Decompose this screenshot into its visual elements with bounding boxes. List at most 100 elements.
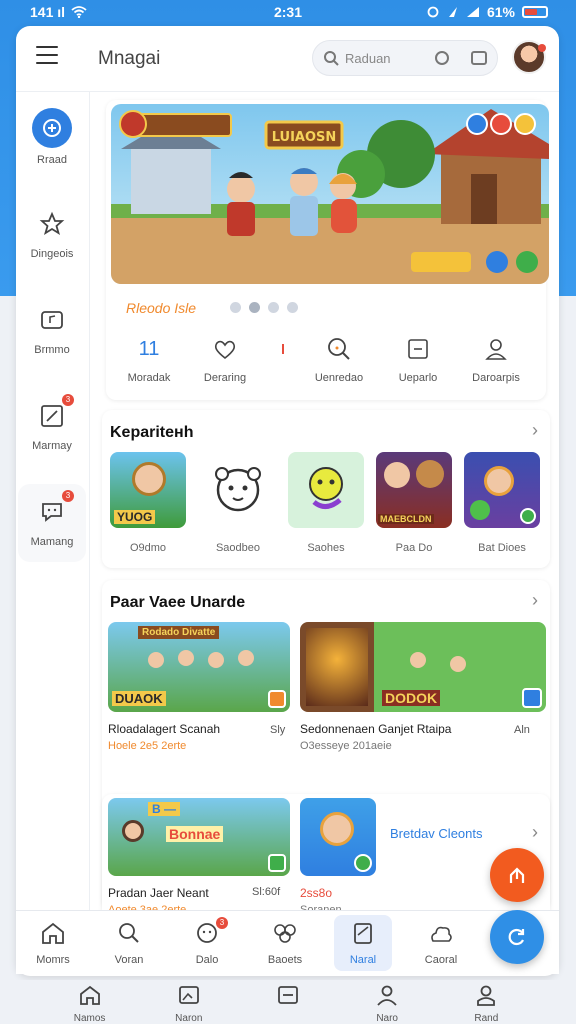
tablet-icon: [380, 336, 456, 362]
sysnav-home[interactable]: Namos: [55, 980, 125, 1024]
section-link[interactable]: Bretdav Cleonts: [390, 826, 483, 841]
status-left: 141 ıl: [30, 4, 87, 20]
tab-label: Dalo: [195, 954, 219, 966]
carousel-dot[interactable]: [249, 302, 260, 313]
game-tile[interactable]: Bat Dioes: [464, 452, 540, 554]
sysnav-profile[interactable]: Naro: [352, 980, 422, 1024]
game-card-title: Sedonnenaen Ganjet Rtaipa: [300, 722, 452, 736]
battery-icon: [522, 6, 548, 18]
share-button[interactable]: [490, 848, 544, 902]
tab-library[interactable]: Naral: [334, 915, 392, 971]
game-tile[interactable]: MAEBCLDN Paa Do: [376, 452, 452, 554]
signal-bars-icon: [466, 7, 479, 17]
search-icon: [119, 923, 139, 943]
game-art-text: YUOG: [114, 510, 156, 524]
gamepad-icon: [32, 108, 72, 148]
share-icon: [509, 867, 525, 883]
carousel-dot[interactable]: [268, 302, 279, 313]
quick-action-1[interactable]: Deraring: [182, 336, 268, 384]
sidebar-label: Mamang: [30, 536, 74, 548]
game-tile[interactable]: Saohes: [288, 452, 364, 554]
game-tile-label: Saohes: [307, 542, 345, 554]
battery-percent: 61%: [486, 4, 515, 20]
quick-actions: 11 Moradak Deraring Uenredao Ueparlo Dar…: [116, 336, 546, 385]
quick-action-2[interactable]: [268, 336, 298, 384]
quick-action-5[interactable]: Daroarpis: [456, 336, 536, 384]
game-art-text: DODOK: [382, 690, 441, 706]
tab-search[interactable]: Voran: [90, 911, 168, 974]
hero-banner[interactable]: LUIAOSN: [111, 104, 549, 284]
tab-games[interactable]: Baoets: [246, 911, 324, 974]
game-card-title: 2ss8o: [300, 886, 333, 900]
sysnav-label: Namos: [73, 1013, 106, 1024]
game-card-rating: Sl:60f: [252, 886, 281, 898]
app-title: Mnagai: [98, 48, 161, 69]
sidebar-item-3[interactable]: 3 Marmay: [18, 388, 86, 466]
tab-label: Voran: [114, 954, 144, 966]
quick-action-0[interactable]: 11 Moradak: [116, 336, 182, 385]
quick-action-label: Daroarpis: [472, 372, 520, 384]
quick-action-label: Moradak: [127, 372, 171, 384]
game-tile-label: Saodbeo: [215, 542, 261, 554]
sidebar-item-0[interactable]: Rraad: [18, 100, 86, 178]
tab-label: Baoets: [267, 954, 303, 966]
game-card-subtitle: Hoele 2e5 2erte: [108, 740, 187, 752]
heart-hand-icon: [182, 336, 268, 362]
game-art: YUOG: [110, 452, 186, 528]
game-card[interactable]: B — Bonnae Pradan Jaer Neant Aoete 3ae 2…: [108, 798, 290, 916]
game-tile-label: O9dmo: [129, 542, 167, 554]
menu-icon[interactable]: [36, 46, 60, 66]
navigation-arrow-icon: [448, 7, 457, 17]
game-tile[interactable]: Saodbeo: [200, 452, 276, 554]
red-marker-icon: [268, 336, 298, 362]
avatar[interactable]: [512, 40, 546, 74]
tab-cloud[interactable]: Caoral: [402, 911, 480, 974]
game-tile-label: Bat Dioes: [478, 542, 526, 554]
tab-home[interactable]: Momrs: [16, 911, 90, 974]
chevron-right-icon[interactable]: ›: [532, 590, 538, 611]
search-face-icon: [298, 336, 380, 362]
game-card[interactable]: DODOK Sedonnenaen Ganjet Rtaipa O3esseye…: [300, 622, 546, 752]
quick-action-label: Ueparlo: [398, 372, 438, 384]
app-header: Mnagai Raduan: [16, 26, 559, 92]
chevron-right-icon[interactable]: ›: [532, 822, 538, 843]
game-card-rating: Aln: [514, 724, 530, 736]
game-art: [300, 798, 376, 876]
scan-icon[interactable]: [471, 51, 487, 65]
game-tile-label: Paa Do: [395, 542, 433, 554]
game-tile[interactable]: YUOG O9dmo: [110, 452, 186, 554]
sysnav-account[interactable]: Rand: [451, 980, 521, 1024]
sysnav-gallery[interactable]: Naron: [154, 980, 224, 1024]
game-card[interactable]: Rodado Divatte DUAOK Rloadalagert Scanah…: [108, 622, 290, 752]
sidebar-item-4[interactable]: 3 Mamang: [18, 484, 86, 562]
sidebar-label: Dingeois: [30, 248, 74, 260]
sidebar-item-2[interactable]: Brmmo: [18, 292, 86, 370]
section-recent: Kepariteнh › YUOG O9dmo Saodbeo Saohes M…: [102, 410, 550, 568]
game-card[interactable]: 2ss8o Soranen: [300, 798, 376, 916]
game-art-text: DUAOK: [112, 691, 166, 706]
carousel-dots[interactable]: [230, 302, 298, 313]
quick-action-4[interactable]: Ueparlo: [380, 336, 456, 384]
square-minus-icon: [278, 986, 298, 1004]
chevron-right-icon[interactable]: ›: [532, 420, 538, 441]
quick-action-3[interactable]: Uenredao: [298, 336, 380, 384]
app-window: Mnagai Raduan Rraad Dingeois Brmmo 3 Mar…: [16, 26, 559, 976]
game-art: DODOK: [300, 622, 546, 712]
sysnav-recent[interactable]: [253, 980, 323, 1024]
sidebar-item-1[interactable]: Dingeois: [18, 196, 86, 274]
quick-action-label: Deraring: [203, 372, 247, 384]
voice-icon[interactable]: [435, 51, 449, 65]
section-title: Kepariteнh: [110, 424, 194, 441]
refresh-icon: [508, 928, 525, 946]
bottom-tab-bar: Momrs Voran 3 Dalo Baoets Naral Caoral: [16, 910, 559, 974]
carousel-dot[interactable]: [230, 302, 241, 313]
game-art: [200, 452, 276, 528]
sidebar-label: Marmay: [32, 440, 72, 452]
search-placeholder: Raduan: [345, 51, 391, 66]
refresh-button[interactable]: [490, 910, 544, 964]
game-art: [288, 452, 364, 528]
game-art-text: MAEBCLDN: [378, 514, 434, 524]
tab-social[interactable]: 3 Dalo: [168, 911, 246, 974]
search-input[interactable]: Raduan: [312, 40, 498, 76]
carousel-dot[interactable]: [287, 302, 298, 313]
